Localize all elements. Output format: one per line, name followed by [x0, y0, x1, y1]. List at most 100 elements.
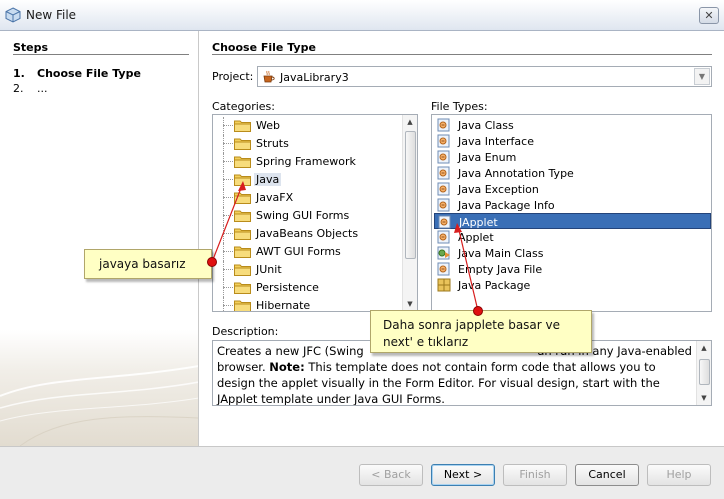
folder-icon [234, 281, 251, 294]
tree-line [223, 143, 233, 144]
folder-icon [234, 191, 251, 204]
chevron-down-icon[interactable]: ▼ [694, 68, 710, 85]
category-label: Java [254, 173, 282, 186]
tree-line [223, 287, 233, 288]
project-dropdown[interactable]: JavaLibrary3 ▼ [257, 66, 712, 87]
category-item[interactable]: JavaBeans Objects [213, 225, 405, 243]
file-types-list[interactable]: Java Class Java Interface Java Enum Java An… [431, 114, 712, 312]
scroll-up-icon[interactable]: ▲ [697, 341, 711, 355]
scroll-down-icon[interactable]: ▼ [697, 391, 711, 405]
java-file-icon [437, 198, 451, 212]
file-type-label: Applet [458, 231, 494, 244]
file-type-item[interactable]: Applet [434, 229, 711, 245]
next-button[interactable]: Next > [431, 464, 495, 486]
file-type-label: Java Class [458, 119, 514, 132]
steps-divider [13, 54, 189, 55]
folder-icon [234, 119, 251, 132]
annotation-callout-file-types: Daha sonra japplete basar ve next' e tık… [370, 310, 592, 353]
tree-line [223, 171, 224, 189]
file-type-item[interactable]: Empty Java File [434, 261, 711, 277]
file-type-item[interactable]: Java Enum [434, 149, 711, 165]
description-label: Description: [212, 325, 279, 338]
file-type-item[interactable]: Java Class [434, 117, 711, 133]
file-type-item[interactable]: Java Interface [434, 133, 711, 149]
java-file-icon [438, 215, 452, 229]
tree-line [223, 161, 233, 162]
category-label: Swing GUI Forms [256, 209, 350, 222]
tree-line [223, 189, 224, 207]
category-label: AWT GUI Forms [256, 245, 341, 258]
window-title: New File [26, 8, 77, 22]
description-scrollbar[interactable]: ▲ ▼ [696, 341, 711, 405]
folder-icon [234, 227, 251, 240]
category-label: Persistence [256, 281, 319, 294]
help-button[interactable]: Help [647, 464, 711, 486]
java-file-icon [437, 166, 451, 180]
tree-line [223, 243, 224, 261]
category-item[interactable]: Persistence [213, 279, 405, 297]
file-type-label: Java Package [458, 279, 531, 292]
java-file-icon [437, 118, 451, 132]
back-button[interactable]: < Back [359, 464, 423, 486]
tree-line [223, 269, 233, 270]
folder-icon [234, 245, 251, 258]
categories-label: Categories: [212, 100, 275, 113]
folder-icon [234, 173, 251, 186]
file-type-label: Java Interface [458, 135, 534, 148]
tree-line [223, 179, 233, 180]
file-type-label: Java Annotation Type [458, 167, 574, 180]
file-type-item[interactable]: JApplet [434, 213, 711, 229]
close-window-button[interactable]: ✕ [699, 7, 719, 24]
scrollbar-thumb[interactable] [405, 131, 416, 259]
folder-icon [234, 155, 251, 168]
scroll-down-icon[interactable]: ▼ [403, 297, 417, 311]
categories-scrollbar[interactable]: ▲ ▼ [402, 115, 417, 311]
category-item[interactable]: JavaFX [213, 189, 405, 207]
file-type-item[interactable]: Java Exception [434, 181, 711, 197]
cancel-button[interactable]: Cancel [575, 464, 639, 486]
callout-text: javaya basarız [99, 257, 186, 271]
categories-tree[interactable]: Web Struts Spring Framework Java JavaFX Swing… [212, 114, 418, 312]
tree-line [223, 225, 224, 243]
java-file-icon [437, 182, 451, 196]
folder-icon [234, 299, 251, 311]
netbeans-cube-icon [5, 7, 21, 23]
category-item[interactable]: Spring Framework [213, 153, 405, 171]
callout-text: Daha sonra japplete basar ve next' e tık… [383, 318, 561, 349]
tree-line [223, 215, 233, 216]
java-project-icon [263, 70, 275, 83]
page-title: Choose File Type [212, 41, 316, 54]
category-item[interactable]: Web [213, 117, 405, 135]
file-type-item[interactable]: Java Annotation Type [434, 165, 711, 181]
description-note-label: Note: [269, 360, 305, 374]
step-number: 1. [13, 67, 25, 80]
tree-line [223, 153, 224, 171]
category-item[interactable]: AWT GUI Forms [213, 243, 405, 261]
tree-line [223, 279, 224, 297]
file-type-label: Java Exception [458, 183, 539, 196]
annotation-callout-categories: javaya basarız [84, 249, 212, 279]
file-type-item[interactable]: Java Package Info [434, 197, 711, 213]
category-item[interactable]: JUnit [213, 261, 405, 279]
category-item[interactable]: Java [213, 171, 405, 189]
file-types-label: File Types: [431, 100, 488, 113]
scrollbar-thumb[interactable] [699, 359, 710, 385]
tree-line [223, 261, 224, 279]
scroll-up-icon[interactable]: ▲ [403, 115, 417, 129]
category-item[interactable]: Struts [213, 135, 405, 153]
tree-line [223, 135, 224, 153]
file-type-item[interactable]: Java Main Class [434, 245, 711, 261]
title-bar: New File ✕ [0, 0, 724, 31]
java-file-icon [437, 230, 451, 244]
category-item[interactable]: Swing GUI Forms [213, 207, 405, 225]
tree-line [223, 233, 233, 234]
tree-line [223, 117, 224, 135]
tree-line [223, 197, 233, 198]
file-type-item[interactable]: Java Package [434, 277, 711, 293]
step-1: 1. Choose File Type [13, 67, 141, 80]
close-icon: ✕ [704, 9, 714, 22]
step-2: 2.... [13, 82, 48, 95]
finish-button[interactable]: Finish [503, 464, 567, 486]
steps-panel: Steps 1. Choose File Type 2.... [0, 31, 199, 446]
file-type-label: Java Package Info [458, 199, 555, 212]
